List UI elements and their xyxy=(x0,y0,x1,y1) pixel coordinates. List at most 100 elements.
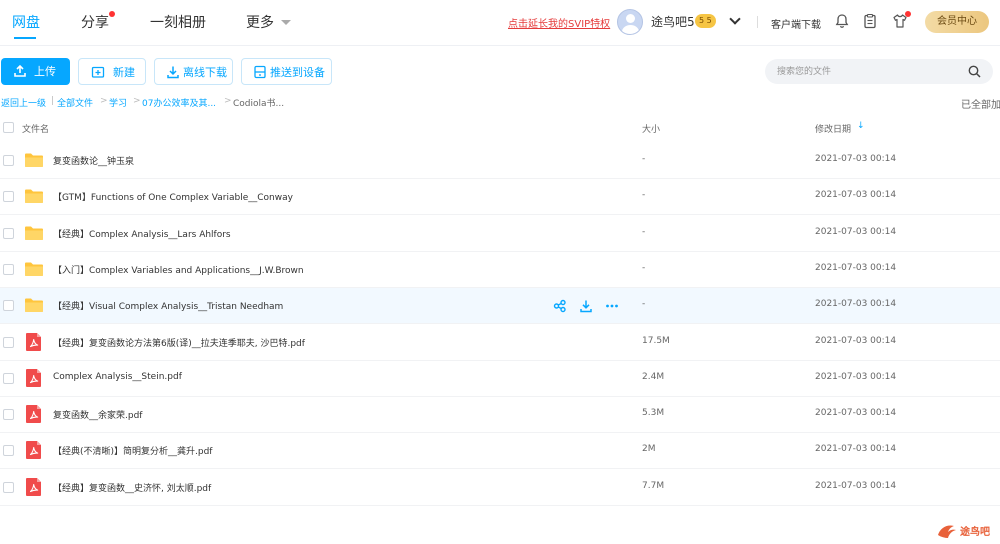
breadcrumb-back[interactable]: 返回上一级 xyxy=(1,96,46,109)
file-size: 2M xyxy=(642,444,656,455)
share-notification-dot xyxy=(109,11,115,17)
file-name[interactable]: 【经典】复变函数__史济怀, 刘太顺.pdf xyxy=(53,481,211,494)
select-all-checkbox[interactable] xyxy=(3,122,14,133)
file-size: - xyxy=(642,226,646,237)
breadcrumb-current: Codiola书... xyxy=(233,99,285,109)
row-checkbox[interactable] xyxy=(3,372,14,384)
table-row[interactable]: 复变函数__余家荣.pdf 5.3M 2021-07-03 00:14 xyxy=(0,397,1000,434)
file-date: 2021-07-03 00:14 xyxy=(815,335,897,346)
table-row[interactable]: 【经典】Complex Analysis__Lars Ahlfors - 2021-… xyxy=(0,216,1000,252)
table-row[interactable]: 【经典(不清晰)】简明复分析__龚升.pdf 2M 2021-07-03 00:14 xyxy=(0,433,1000,470)
more-icon[interactable] xyxy=(605,299,619,313)
folder-icon xyxy=(25,153,43,167)
file-name[interactable]: 复变函数论__钟玉泉 xyxy=(53,154,134,167)
row-checkbox[interactable] xyxy=(3,336,14,348)
file-date: 2021-07-03 00:14 xyxy=(815,408,897,419)
username[interactable]: 途鸟吧5 xyxy=(651,13,695,30)
push-to-device-label: 推送到设备 xyxy=(270,66,325,79)
file-name[interactable]: 【经典(不清晰)】简明复分析__龚升.pdf xyxy=(53,444,212,457)
column-header-date[interactable]: 修改日期 xyxy=(815,122,851,135)
row-checkbox[interactable] xyxy=(3,227,14,239)
avatar[interactable] xyxy=(617,9,643,35)
divider xyxy=(757,16,758,28)
folder-icon xyxy=(25,262,43,276)
breadcrumb-item[interactable]: 07办公效率及其... xyxy=(142,96,216,109)
row-checkbox[interactable] xyxy=(3,481,14,493)
row-checkbox[interactable] xyxy=(3,155,14,166)
file-name[interactable]: 【经典】Complex Analysis__Lars Ahlfors xyxy=(53,227,231,240)
push-to-device-button[interactable]: 推送到设备 xyxy=(241,58,332,85)
notification-dot xyxy=(905,11,911,17)
file-size: 17.5M xyxy=(642,335,670,346)
file-size: - xyxy=(642,262,646,273)
table-row[interactable]: 【经典】复变函数论方法第6版(译)__拉夫连季耶夫, 沙巴特.pdf 17.5M 2… xyxy=(0,325,1000,361)
table-row[interactable]: 【经典】Visual Complex Analysis__Tristan Nee… xyxy=(0,288,1000,325)
file-size: - xyxy=(642,190,646,201)
tab-moment-album[interactable]: 一刻相册 xyxy=(150,12,206,32)
row-checkbox[interactable] xyxy=(3,263,14,275)
column-header-size[interactable]: 大小 xyxy=(642,122,660,135)
tab-more[interactable]: 更多 xyxy=(246,12,274,32)
sort-down-icon[interactable]: ↓ xyxy=(857,121,865,131)
clipboard-icon[interactable] xyxy=(862,13,878,29)
pdf-file-icon xyxy=(26,368,41,387)
row-checkbox[interactable] xyxy=(3,409,14,421)
pdf-file-icon xyxy=(26,332,41,351)
breadcrumb-item[interactable]: 全部文件 xyxy=(57,96,93,109)
file-size: - xyxy=(642,154,646,164)
folder-icon xyxy=(25,298,43,313)
file-name[interactable]: 【入门】Complex Variables and Applications__… xyxy=(53,263,304,276)
watermark-text: 途鸟吧 xyxy=(960,527,990,538)
file-name[interactable]: Complex Analysis__Stein.pdf xyxy=(53,372,182,382)
table-header: 文件名 大小 修改日期 ↓ xyxy=(0,114,1000,142)
table-row[interactable]: 【入门】Complex Variables and Applications__… xyxy=(0,252,1000,288)
svip-renew-link[interactable]: 点击延长我的SVIP特权 xyxy=(508,15,610,30)
more-caret-icon[interactable] xyxy=(281,20,291,25)
folder-icon xyxy=(25,226,43,240)
new-button[interactable]: 新建 xyxy=(78,58,146,85)
tab-share[interactable]: 分享 xyxy=(81,12,109,32)
breadcrumb-separator: > xyxy=(100,96,108,106)
file-date: 2021-07-03 00:14 xyxy=(815,226,897,237)
device-icon xyxy=(254,65,266,79)
download-icon[interactable] xyxy=(579,299,593,313)
table-row[interactable]: 【GTM】Functions of One Complex Variable__… xyxy=(0,179,1000,216)
table-row[interactable]: 复变函数论__钟玉泉 - 2021-07-03 00:14 xyxy=(0,143,1000,179)
file-date: 2021-07-03 00:14 xyxy=(815,444,897,455)
new-label: 新建 xyxy=(113,66,135,79)
share-icon[interactable] xyxy=(553,299,567,313)
row-checkbox[interactable] xyxy=(3,300,14,312)
table-row[interactable]: 【经典】复变函数__史济怀, 刘太顺.pdf 7.7M 2021-07-03 00:… xyxy=(0,470,1000,506)
load-status: 已全部加 xyxy=(961,100,1000,111)
folder-icon xyxy=(25,189,43,204)
file-name[interactable]: 【经典】Visual Complex Analysis__Tristan Nee… xyxy=(53,299,283,312)
tab-netdisk[interactable]: 网盘 xyxy=(12,12,40,32)
active-tab-indicator xyxy=(14,37,36,39)
pdf-file-icon xyxy=(26,405,41,424)
file-name[interactable]: 【GTM】Functions of One Complex Variable__… xyxy=(53,190,293,203)
breadcrumb-item[interactable]: 学习 xyxy=(109,96,127,109)
download-icon xyxy=(167,66,179,79)
pdf-file-icon xyxy=(26,441,41,460)
client-download-link[interactable]: 客户端下载 xyxy=(771,16,821,31)
search-icon[interactable] xyxy=(968,65,981,78)
vip-level-badge: 5 5 xyxy=(695,14,716,28)
row-checkbox[interactable] xyxy=(3,445,14,457)
offline-download-button[interactable]: 离线下载 xyxy=(154,58,233,85)
row-checkbox[interactable] xyxy=(3,191,14,203)
member-center-button[interactable]: 会员中心 xyxy=(925,11,989,33)
column-header-name[interactable]: 文件名 xyxy=(22,122,49,135)
pdf-file-icon xyxy=(26,477,41,496)
upload-icon xyxy=(14,64,26,77)
table-row[interactable]: Complex Analysis__Stein.pdf 2.4M 2021-07-0… xyxy=(0,361,1000,397)
upload-button[interactable]: 上传 xyxy=(1,58,70,85)
file-name[interactable]: 复变函数__余家荣.pdf xyxy=(53,408,142,421)
search-input[interactable] xyxy=(777,59,962,84)
offline-download-label: 离线下载 xyxy=(183,66,227,79)
bell-icon[interactable] xyxy=(834,13,850,29)
breadcrumb-separator: | xyxy=(51,96,55,106)
file-date: 2021-07-03 00:14 xyxy=(815,190,897,201)
file-size: 2.4M xyxy=(642,371,665,382)
file-name[interactable]: 【经典】复变函数论方法第6版(译)__拉夫连季耶夫, 沙巴特.pdf xyxy=(53,336,305,349)
chevron-down-icon[interactable] xyxy=(729,13,741,25)
